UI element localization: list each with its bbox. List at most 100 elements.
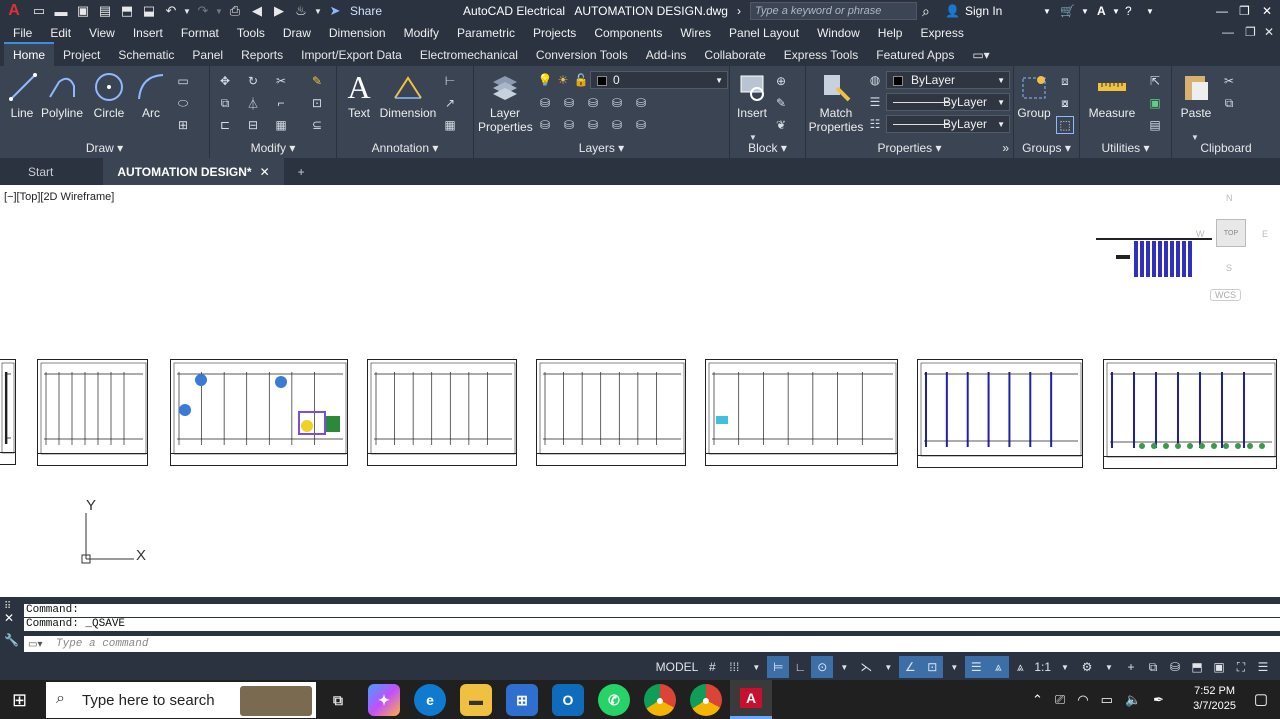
insert-button[interactable]: Insert (734, 70, 770, 120)
close-icon[interactable]: ✕ (1262, 0, 1272, 22)
erase-icon[interactable]: ✎ (308, 72, 326, 90)
cart-dropdown-icon[interactable]: ▼ (1081, 0, 1089, 22)
wcs-menu[interactable]: WCS (1210, 289, 1241, 301)
edit-block-icon[interactable]: ✎ (772, 94, 790, 112)
paste-button[interactable]: Paste (1176, 70, 1216, 120)
circle-button[interactable]: Circle (90, 70, 128, 120)
leader-icon[interactable]: ↗ (441, 94, 459, 112)
tab-close-icon[interactable]: ✕ (260, 165, 270, 179)
mirror-icon[interactable]: ⏃ (244, 94, 262, 112)
menu-insert[interactable]: Insert (124, 26, 172, 40)
measure-button[interactable]: Measure (1084, 70, 1140, 120)
file-explorer-icon[interactable]: ▬ (460, 684, 492, 716)
menu-edit[interactable]: Edit (41, 26, 80, 40)
volume-icon[interactable]: 🔈 (1125, 692, 1141, 708)
app-menu-button[interactable]: A (0, 0, 28, 22)
hatch-icon[interactable]: ⊞ (174, 116, 192, 134)
ungroup-icon[interactable]: ⧈ (1056, 72, 1074, 90)
drawing-tab[interactable]: AUTOMATION DESIGN* ✕ (103, 158, 284, 185)
wifi-icon[interactable]: ◠ (1077, 692, 1088, 708)
groups-panel-title[interactable]: Groups ▾ (1014, 141, 1079, 155)
tab-panel[interactable]: Panel (183, 44, 232, 66)
layer-tool-1-icon[interactable]: ⛁ (536, 94, 554, 112)
viewcube-top-face[interactable]: TOP (1216, 219, 1246, 247)
user-icon[interactable]: 👤 (945, 0, 960, 22)
annotation-scale-value[interactable]: 1:1 (1031, 656, 1054, 678)
current-layer-dropdown[interactable]: 0 ▼ (590, 71, 728, 89)
notifications-icon[interactable]: ▢ (1254, 690, 1268, 708)
menu-wires[interactable]: Wires (671, 26, 720, 40)
osnap-dropdown-icon[interactable]: ▼ (943, 656, 965, 678)
minimize-icon[interactable]: — (1216, 0, 1228, 22)
calculator-icon[interactable]: ▤ (1146, 116, 1164, 134)
restore-icon[interactable]: ❐ (1239, 0, 1250, 22)
grid-icon[interactable]: # (701, 656, 723, 678)
quick-select-icon[interactable]: ⇱ (1146, 72, 1164, 90)
tab-reports[interactable]: Reports (232, 44, 292, 66)
rectangle-icon[interactable]: ▭ (174, 72, 192, 90)
lineweight-dropdown[interactable]: ByLayer ▼ (886, 115, 1010, 133)
text-button[interactable]: A Text (341, 69, 377, 121)
plot-icon[interactable]: ⎙ (224, 0, 246, 22)
qat-dropdown-icon[interactable]: ▼ (312, 0, 324, 22)
object-snap-tracking-icon[interactable]: ∠ (899, 656, 922, 678)
tab-import-export-data[interactable]: Import/Export Data (292, 44, 411, 66)
isometric-icon[interactable]: ⋋ (855, 656, 877, 678)
table-icon[interactable]: ▦ (441, 116, 459, 134)
scale-icon[interactable]: ⊟ (244, 116, 262, 134)
tab-project[interactable]: Project (54, 44, 109, 66)
save-icon[interactable]: ▣ (72, 0, 94, 22)
tab-electromechanical[interactable]: Electromechanical (411, 44, 527, 66)
copilot-icon[interactable]: ✦ (368, 684, 400, 716)
model-space-button[interactable]: MODEL (653, 656, 702, 678)
modify-panel-title[interactable]: Modify ▾ (210, 141, 336, 155)
layer-tool-8-icon[interactable]: ⛁ (584, 116, 602, 134)
polyline-button[interactable]: Polyline (40, 70, 84, 120)
draw-panel-title[interactable]: Draw ▾ (0, 141, 209, 155)
edge-icon[interactable]: e (414, 684, 446, 716)
tab-featured-apps[interactable]: Featured Apps (867, 44, 963, 66)
lineweight-display-icon[interactable]: ☰ (965, 656, 988, 678)
annotation-scale-icon[interactable]: ⩓ (987, 656, 1010, 678)
layer-tool-3-icon[interactable]: ⛁ (584, 94, 602, 112)
doc-close-icon[interactable]: ✕ (1264, 25, 1274, 39)
layers-panel-title[interactable]: Layers ▾ (474, 141, 729, 155)
layer-tool-9-icon[interactable]: ⛁ (608, 116, 626, 134)
block-panel-title[interactable]: Block ▾ (730, 141, 805, 155)
layer-tool-2-icon[interactable]: ⛁ (560, 94, 578, 112)
taskbar-search-box[interactable]: ⌕ Type here to search (46, 682, 316, 718)
drawing-sheet[interactable] (917, 359, 1083, 468)
annotation-panel-title[interactable]: Annotation ▾ (337, 141, 473, 155)
new-icon[interactable]: ▭ (28, 0, 50, 22)
layer-tool-4-icon[interactable]: ⛁ (608, 94, 626, 112)
status-menu-icon[interactable]: ☰ (1252, 656, 1274, 678)
scale-dropdown-icon[interactable]: ▼ (1054, 656, 1076, 678)
fullscreen-icon[interactable]: ⛶ (1230, 656, 1252, 678)
drawing-sheet[interactable] (0, 359, 16, 465)
trim-icon[interactable]: ✂ (272, 72, 290, 90)
drawing-overview-block[interactable] (1094, 235, 1214, 290)
command-prompt-icon[interactable]: ▭▾ (28, 639, 42, 650)
command-customize-icon[interactable]: 🔧 (4, 633, 19, 647)
store-icon[interactable]: ⊞ (506, 684, 538, 716)
menu-panel-layout[interactable]: Panel Layout (720, 26, 808, 40)
lineweight-icon[interactable]: ☰ (866, 93, 884, 111)
snap-icon[interactable]: ⁞⁞⁞ (723, 656, 745, 678)
menu-draw[interactable]: Draw (274, 26, 320, 40)
color-wheel-icon[interactable]: ◍ (866, 71, 884, 89)
autocad-taskbar-button[interactable]: A (730, 680, 772, 719)
layer-tool-10-icon[interactable]: ⛁ (632, 116, 650, 134)
group-button[interactable]: Group (1016, 70, 1052, 120)
tab-home[interactable]: Home (4, 42, 55, 66)
menu-express[interactable]: Express (911, 26, 972, 40)
layer-tool-7-icon[interactable]: ⛁ (560, 116, 578, 134)
dynamic-input-icon[interactable]: ⊨ (767, 656, 790, 678)
ortho-icon[interactable]: ∟ (789, 656, 811, 678)
undo-dropdown-icon[interactable]: ▼ (182, 0, 192, 22)
layer-on-icon[interactable]: 💡 (536, 71, 554, 89)
layer-lock-icon[interactable]: 🔓 (572, 71, 590, 89)
color-dropdown[interactable]: ByLayer ▼ (886, 71, 1010, 89)
menu-modify[interactable]: Modify (395, 26, 448, 40)
menu-window[interactable]: Window (808, 26, 869, 40)
autodesk-a-icon[interactable]: A (1097, 0, 1106, 22)
